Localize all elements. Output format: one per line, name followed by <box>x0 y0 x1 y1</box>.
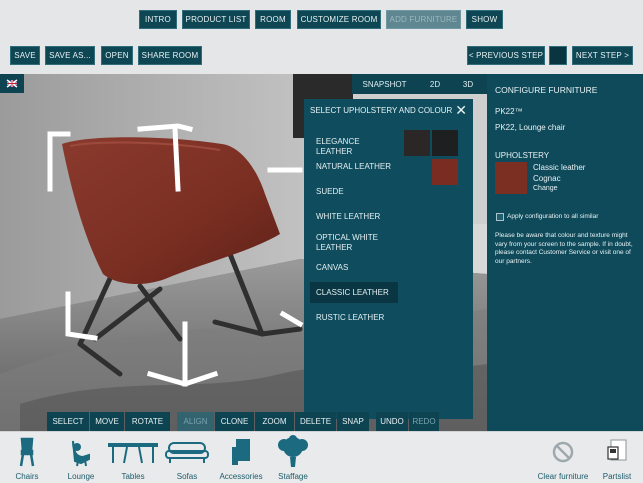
table-icon <box>106 435 160 469</box>
open-button[interactable]: OPEN <box>101 46 133 65</box>
top-navigation: INTRO PRODUCT LIST ROOM CUSTOMIZE ROOM A… <box>0 0 643 74</box>
share-room-button[interactable]: SHARE ROOM <box>138 46 202 65</box>
tab-product-list[interactable]: PRODUCT LIST <box>182 10 250 29</box>
previous-step-button[interactable]: < PREVIOUS STEP <box>467 46 545 65</box>
clear-furniture-label: Clear furniture <box>537 472 589 481</box>
sofa-icon <box>160 435 214 469</box>
upholstery-selection-dialog: SELECT UPHOLSTERY AND COLOUR ✕ ELEGANCE … <box>304 99 473 419</box>
redo-button[interactable]: REDO <box>409 412 439 431</box>
step-indicator <box>549 46 567 65</box>
tab-snapshot[interactable]: SNAPSHOT <box>352 74 417 94</box>
clone-button[interactable]: CLONE <box>215 412 254 431</box>
colour-swatch-elegance-1[interactable] <box>404 130 430 156</box>
upholstery-option-elegance-leather[interactable]: ELEGANCE LEATHER <box>310 137 398 157</box>
undo-button[interactable]: UNDO <box>376 412 408 431</box>
category-label: Accessories <box>219 472 263 481</box>
tab-intro[interactable]: INTRO <box>139 10 177 29</box>
snap-button[interactable]: SNAP <box>337 412 369 431</box>
tab-show[interactable]: SHOW <box>466 10 503 29</box>
apply-all-label: Apply configuration to all similar <box>507 213 599 220</box>
product-name: PK22, Lounge chair <box>495 123 566 132</box>
category-tables[interactable]: Tables <box>106 432 160 483</box>
change-link[interactable]: Change <box>533 185 558 192</box>
upholstery-heading: UPHOLSTERY <box>495 151 550 160</box>
partslist-button[interactable]: Partslist <box>591 432 643 483</box>
category-staffage[interactable]: Staffage <box>266 432 320 483</box>
delete-button[interactable]: DELETE <box>295 412 336 431</box>
upholstery-name: Classic leather <box>533 163 586 172</box>
configure-furniture-panel: CONFIGURE FURNITURE PK22™ PK22, Lounge c… <box>487 74 643 431</box>
zoom-button[interactable]: ZOOM <box>255 412 294 431</box>
upholstery-option-optical-white-leather[interactable]: OPTICAL WHITE LEATHER <box>310 233 398 253</box>
edit-toolbar: SELECT MOVE ROTATE ALIGN CLONE ZOOM DELE… <box>0 412 487 431</box>
clear-furniture-button[interactable]: Clear furniture <box>535 432 591 483</box>
upholstery-colour: Cognac <box>533 174 561 183</box>
tab-customize-room[interactable]: CUSTOMIZE ROOM <box>297 10 381 29</box>
category-label: Sofas <box>176 472 198 481</box>
clear-icon <box>535 435 591 469</box>
panel-heading: CONFIGURE FURNITURE <box>495 85 598 95</box>
close-icon[interactable]: ✕ <box>455 102 467 119</box>
category-accessories[interactable]: Accessories <box>214 432 268 483</box>
save-button[interactable]: SAVE <box>10 46 40 65</box>
tab-3d[interactable]: 3D <box>452 74 484 94</box>
upholstery-option-suede[interactable]: SUEDE <box>310 187 398 197</box>
apply-all-checkbox[interactable] <box>496 213 504 221</box>
partslist-icon <box>591 435 643 469</box>
colour-swatch-elegance-2[interactable] <box>432 130 458 156</box>
next-step-button[interactable]: NEXT STEP > <box>572 46 633 65</box>
accessories-icon <box>214 435 268 469</box>
category-chairs[interactable]: Chairs <box>0 432 54 483</box>
colour-swatch-natural[interactable] <box>432 159 458 185</box>
upholstery-option-white-leather[interactable]: WHITE LEATHER <box>310 212 398 222</box>
tab-2d[interactable]: 2D <box>420 74 450 94</box>
upholstery-option-canvas[interactable]: CANVAS <box>310 263 398 273</box>
view-mode-tabs: SNAPSHOT 2D 3D <box>352 74 487 94</box>
language-flag-button[interactable] <box>0 74 24 93</box>
tab-room[interactable]: ROOM <box>255 10 291 29</box>
category-lounge[interactable]: Lounge <box>54 432 108 483</box>
rotate-button[interactable]: ROTATE <box>125 412 170 431</box>
upholstery-swatch[interactable] <box>495 162 527 194</box>
category-label: Tables <box>121 472 145 481</box>
category-sofas[interactable]: Sofas <box>160 432 214 483</box>
furniture-category-bar: Chairs Lounge Tables Sofas Accessories S… <box>0 431 643 483</box>
category-label: Chairs <box>15 472 39 481</box>
upholstery-option-classic-leather[interactable]: CLASSIC LEATHER <box>310 282 398 303</box>
upholstery-option-natural-leather[interactable]: NATURAL LEATHER <box>310 162 398 172</box>
partslist-label: Partslist <box>602 472 632 481</box>
uk-flag-icon <box>6 79 18 88</box>
save-as-button[interactable]: SAVE AS... <box>45 46 95 65</box>
category-label: Lounge <box>67 472 95 481</box>
lounge-chair-icon <box>54 435 108 469</box>
move-button[interactable]: MOVE <box>90 412 124 431</box>
align-button[interactable]: ALIGN <box>177 412 214 431</box>
plant-icon <box>266 435 320 469</box>
colour-disclaimer: Please be aware that colour and texture … <box>495 232 633 265</box>
category-label: Staffage <box>278 472 308 481</box>
product-code: PK22™ <box>495 107 523 116</box>
chair-icon <box>0 435 54 469</box>
upholstery-option-rustic-leather[interactable]: RUSTIC LEATHER <box>310 313 398 323</box>
dialog-title: SELECT UPHOLSTERY AND COLOUR <box>310 106 453 115</box>
select-button[interactable]: SELECT <box>47 412 89 431</box>
tab-add-furniture[interactable]: ADD FURNITURE <box>386 10 461 29</box>
